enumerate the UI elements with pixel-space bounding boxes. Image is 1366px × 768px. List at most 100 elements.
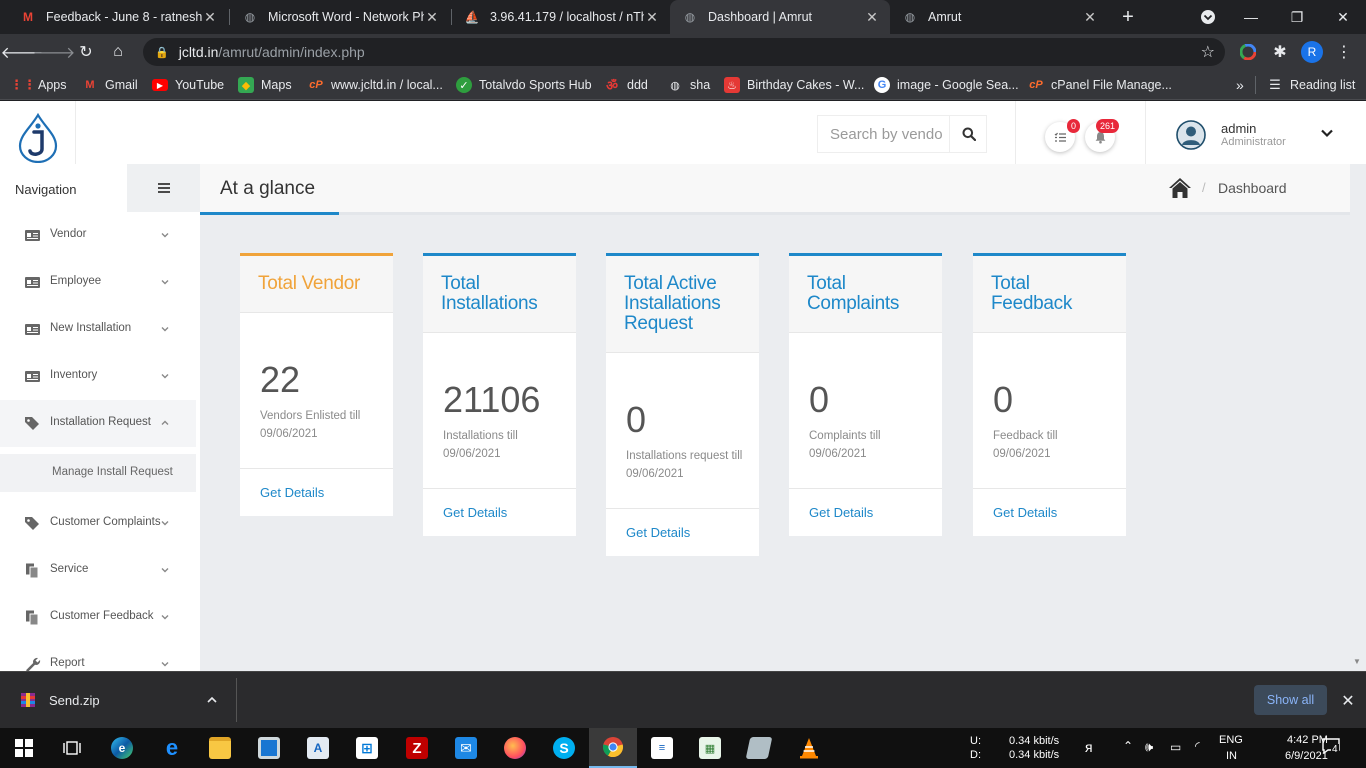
- taskbar-skype[interactable]: S: [540, 728, 588, 768]
- bookmark-cpanel[interactable]: cP cPanel File Manage...: [1028, 76, 1172, 94]
- taskbar-vlc[interactable]: [785, 728, 833, 768]
- tab-phpmyadmin[interactable]: ⛵ 3.96.41.179 / localhost / nThe ✕: [452, 0, 670, 34]
- taskbar-file-explorer[interactable]: [196, 728, 244, 768]
- bookmark-birthday-cakes[interactable]: ♨ Birthday Cakes - W...: [724, 76, 864, 94]
- taskbar-spreadsheet[interactable]: ▦: [686, 728, 734, 768]
- reading-list-button[interactable]: ☰ Reading list: [1267, 76, 1355, 94]
- tab-close-icon[interactable]: ✕: [864, 9, 880, 26]
- sidebar-item-employee[interactable]: Employee: [0, 259, 196, 306]
- sidebar-item-vendor[interactable]: Vendor: [0, 212, 196, 259]
- card-value: 0: [993, 379, 1014, 420]
- get-details-link[interactable]: Get Details: [443, 505, 507, 520]
- get-details-link[interactable]: Get Details: [626, 525, 690, 540]
- sidebar-toggle-button[interactable]: [127, 164, 200, 212]
- minimize-button[interactable]: —: [1228, 0, 1274, 34]
- wifi-icon[interactable]: ◜: [1195, 739, 1200, 753]
- more-bookmarks-button[interactable]: »: [1236, 76, 1244, 94]
- folder-icon: [209, 737, 231, 759]
- region-indicator[interactable]: IN: [1226, 750, 1237, 762]
- bookmark-gmail[interactable]: M Gmail: [82, 76, 138, 94]
- puzzle-extensions-icon[interactable]: ✱: [1268, 40, 1292, 64]
- kebab-menu-icon[interactable]: ⋮: [1332, 40, 1356, 64]
- user-menu-toggle[interactable]: [1319, 125, 1335, 141]
- submenu-manage-install-request[interactable]: Manage Install Request: [0, 454, 196, 492]
- tab-close-icon[interactable]: ✕: [424, 9, 440, 26]
- tab-search-button[interactable]: [1185, 0, 1231, 34]
- tab-close-icon[interactable]: ✕: [202, 9, 218, 26]
- taskbar-mail[interactable]: ✉: [442, 728, 490, 768]
- sidebar-item-customer-complaints[interactable]: Customer Complaints: [0, 500, 196, 547]
- task-view-button[interactable]: [48, 728, 96, 768]
- get-details-link[interactable]: Get Details: [260, 485, 324, 500]
- sidebar-item-service[interactable]: Service: [0, 547, 196, 594]
- search-button[interactable]: [949, 116, 987, 152]
- sidebar-item-installation-request[interactable]: Installation Request: [0, 400, 196, 447]
- new-tab-button[interactable]: +: [1106, 0, 1150, 34]
- tab-close-icon[interactable]: ✕: [644, 9, 660, 26]
- bookmark-star-icon[interactable]: ☆: [1201, 42, 1215, 62]
- bookmark-totalvdo[interactable]: ✓ Totalvdo Sports Hub: [456, 76, 592, 94]
- taskbar-chrome[interactable]: [589, 728, 637, 768]
- amrut-logo[interactable]: [17, 112, 59, 164]
- get-details-link[interactable]: Get Details: [809, 505, 873, 520]
- restore-button[interactable]: ❐: [1274, 0, 1320, 34]
- start-button[interactable]: [0, 728, 48, 768]
- bookmark-maps[interactable]: ◆ Maps: [238, 76, 292, 94]
- close-window-button[interactable]: ✕: [1320, 0, 1366, 34]
- bookmark-jcltd[interactable]: cP www.jcltd.in / local...: [308, 76, 443, 94]
- home-icon[interactable]: ⌂: [106, 40, 130, 64]
- forward-arrow-icon[interactable]: 🡒: [33, 40, 76, 64]
- taskbar-document[interactable]: A: [294, 728, 342, 768]
- sidebar-item-inventory[interactable]: Inventory: [0, 353, 196, 400]
- bookmark-ddd[interactable]: ॐ ddd: [604, 76, 648, 94]
- user-avatar[interactable]: [1176, 120, 1206, 150]
- show-all-downloads-button[interactable]: Show all: [1254, 685, 1327, 715]
- bookmark-youtube[interactable]: ▶ YouTube: [152, 76, 224, 94]
- close-download-bar-icon[interactable]: ✕: [1339, 691, 1357, 710]
- card-value: 22: [260, 359, 301, 400]
- taskbar-filezilla[interactable]: Z: [393, 728, 441, 768]
- taskbar-firefox[interactable]: [491, 728, 539, 768]
- bookmark-apps[interactable]: ⋮⋮ Apps: [10, 76, 67, 94]
- task-view-icon: [63, 741, 81, 755]
- bookmark-label: sha: [690, 78, 711, 92]
- notification-center-button[interactable]: 4: [1322, 738, 1344, 758]
- get-details-link[interactable]: Get Details: [993, 505, 1057, 520]
- spreadsheet-icon: ▦: [699, 737, 721, 759]
- speaker-icon[interactable]: 🕪: [1145, 739, 1153, 755]
- battery-icon[interactable]: ▭: [1170, 740, 1181, 754]
- bookmark-sha[interactable]: ◍ sha: [667, 76, 710, 94]
- taskbar-notepad[interactable]: ≡: [638, 728, 686, 768]
- vendor-search-input[interactable]: [818, 116, 949, 152]
- chrome-extension-icon[interactable]: [1236, 40, 1260, 64]
- back-arrow-icon[interactable]: 🡐: [1, 40, 44, 64]
- phpmyadmin-icon: ⛵: [464, 10, 480, 24]
- gmail-icon: M: [23, 10, 33, 24]
- taskbar-app-window[interactable]: [245, 728, 293, 768]
- address-bar[interactable]: 🔒 jcltd.in/amrut/admin/index.php ☆: [143, 38, 1225, 66]
- tab-microsoft-word[interactable]: ◍ Microsoft Word - Network Ph ✕: [230, 0, 450, 34]
- people-icon[interactable]: ᴙ: [1085, 739, 1093, 755]
- reload-icon[interactable]: ↻: [74, 40, 98, 64]
- tray-overflow-chevron-icon[interactable]: ⌃: [1123, 739, 1133, 753]
- tab-feedback[interactable]: M Feedback - June 8 - ratneshk ✕: [8, 0, 228, 34]
- tab-amrut[interactable]: ◍ Amrut ✕: [890, 0, 1108, 34]
- tab-close-icon[interactable]: ✕: [1082, 9, 1098, 26]
- bookmark-google-image[interactable]: G image - Google Sea...: [874, 76, 1019, 94]
- chevron-up-icon[interactable]: [206, 694, 218, 706]
- bookmark-label: Apps: [38, 78, 67, 92]
- taskbar-app-tablet[interactable]: [735, 728, 783, 768]
- download-file-name[interactable]: Send.zip: [49, 693, 100, 708]
- sidebar-item-new-installation[interactable]: New Installation: [0, 306, 196, 353]
- bookmark-label: Gmail: [105, 78, 138, 92]
- taskbar-store[interactable]: ⊞: [343, 728, 391, 768]
- sidebar-item-customer-feedback[interactable]: Customer Feedback: [0, 594, 196, 641]
- tab-dashboard-amrut[interactable]: ◍ Dashboard | Amrut ✕: [670, 0, 890, 34]
- sidebar-item-report[interactable]: Report: [0, 641, 196, 671]
- scrollbar-down-arrow[interactable]: ▼: [1353, 657, 1361, 666]
- profile-avatar-button[interactable]: R: [1300, 40, 1324, 64]
- breadcrumb-home-link[interactable]: [1168, 177, 1192, 199]
- language-indicator[interactable]: ENG: [1219, 734, 1243, 746]
- taskbar-edge-legacy[interactable]: e: [148, 728, 196, 768]
- taskbar-edge-chromium[interactable]: e: [98, 728, 146, 768]
